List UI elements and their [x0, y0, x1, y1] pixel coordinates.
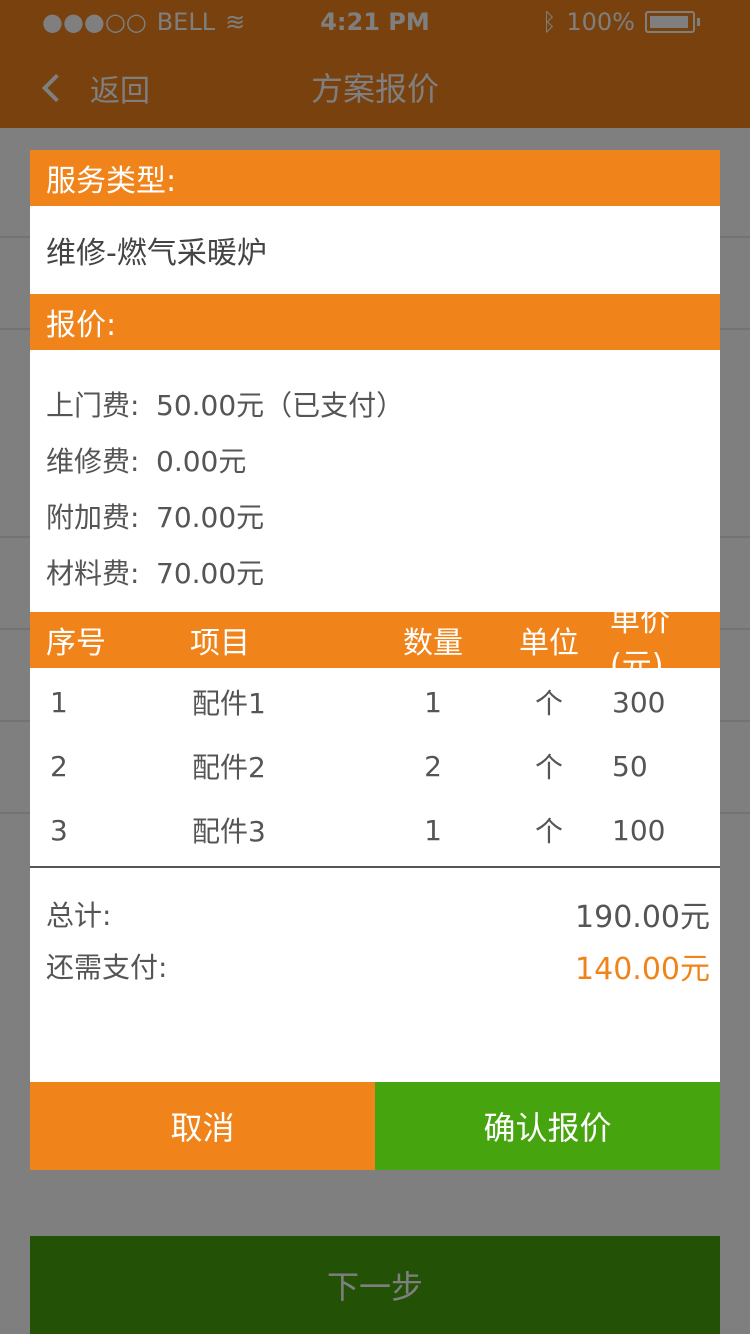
cell-quantity: 2 [424, 749, 442, 783]
column-header-index: 序号 [46, 626, 106, 661]
cell-item: 配件2 [192, 751, 266, 784]
totals-section: 总计: 190.00元 还需支付: 140.00元 [30, 868, 720, 992]
cell-index: 1 [50, 685, 68, 719]
fee-value: 50.00元（已支付） [156, 389, 405, 422]
fee-label: 上门费: [46, 389, 140, 422]
fee-row: 附加费: 70.00元 [46, 488, 704, 544]
cell-quantity: 1 [424, 813, 442, 847]
total-value: 190.00元 [575, 900, 710, 935]
fee-label: 附加费: [46, 501, 140, 534]
cell-unit: 个 [534, 815, 563, 848]
total-label: 总计: [46, 899, 112, 932]
quote-header: 报价: [30, 294, 720, 350]
cancel-button[interactable]: 取消 [30, 1082, 375, 1170]
fee-row: 材料费: 70.00元 [46, 544, 704, 600]
cell-item: 配件3 [192, 815, 266, 848]
fee-value: 70.00元 [156, 501, 265, 534]
cell-index: 3 [50, 813, 68, 847]
amount-due-value: 140.00元 [575, 952, 710, 987]
cell-unit: 个 [534, 751, 563, 784]
column-header-item: 项目 [190, 626, 250, 661]
fee-value: 70.00元 [156, 557, 265, 590]
confirm-quote-button[interactable]: 确认报价 [375, 1082, 720, 1170]
service-type-header: 服务类型: [30, 150, 720, 206]
cell-unit-price: 50 [612, 749, 648, 783]
cell-index: 2 [50, 749, 68, 783]
column-header-quantity: 数量 [403, 626, 463, 661]
fee-row: 上门费: 50.00元（已支付） [46, 376, 704, 432]
cell-unit: 个 [534, 687, 563, 720]
service-type-value: 维修-燃气采暖炉 [46, 236, 267, 271]
parts-table-body: 1 配件1 1 个 300 2 配件2 2 个 50 3 配件3 1 个 100 [30, 668, 720, 868]
table-row: 3 配件3 1 个 100 [30, 798, 720, 862]
column-header-unit-price: 单价(元) [610, 604, 670, 683]
total-row: 总计: 190.00元 [46, 888, 710, 940]
cell-unit-price: 100 [612, 813, 666, 847]
fee-value: 0.00元 [156, 445, 247, 478]
column-header-unit: 单位 [519, 626, 579, 661]
table-row: 2 配件2 2 个 50 [30, 734, 720, 798]
quote-modal: 服务类型: 维修-燃气采暖炉 报价: 上门费: 50.00元（已支付） 维修费:… [30, 150, 720, 1170]
fee-row: 维修费: 0.00元 [46, 432, 704, 488]
fee-list: 上门费: 50.00元（已支付） 维修费: 0.00元 附加费: 70.00元 … [30, 350, 720, 612]
parts-table-header: 序号 项目 数量 单位 单价(元) [30, 604, 720, 683]
fee-label: 维修费: [46, 445, 140, 478]
fee-label: 材料费: [46, 557, 140, 590]
cell-unit-price: 300 [612, 685, 666, 719]
cell-item: 配件1 [192, 687, 266, 720]
cell-quantity: 1 [424, 685, 442, 719]
modal-actions: 取消 确认报价 [30, 1082, 720, 1170]
amount-due-label: 还需支付: [46, 951, 168, 984]
amount-due-row: 还需支付: 140.00元 [46, 940, 710, 992]
